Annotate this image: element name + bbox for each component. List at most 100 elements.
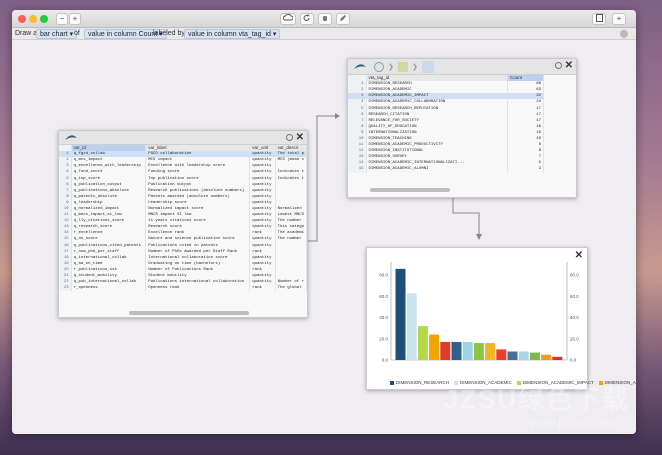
y-tick-label-right: 20.0	[570, 336, 579, 341]
table-cell: The global	[275, 285, 307, 292]
close-node-icon[interactable]: ✕	[575, 250, 583, 261]
bar[interactable]	[529, 352, 540, 360]
table-cell: Research publications (absolute numbers)	[145, 187, 251, 194]
table-cell: r_openness	[71, 285, 147, 292]
table-cell: quantity	[249, 236, 276, 243]
table-cell: Indicates t	[275, 175, 307, 182]
bar[interactable]	[507, 351, 518, 360]
node-header: ✕	[59, 131, 307, 145]
bar-chart: 0.0 0.0 20.0 20.0 40.0 40.0 60.0 60.0 80.0 80.0	[379, 262, 579, 363]
title-bar: − + +	[12, 10, 636, 28]
table-cell: Indicates t	[275, 169, 307, 176]
table-cell: MCS (mean c	[275, 157, 307, 164]
horizontal-scrollbar[interactable]	[370, 188, 450, 192]
query-draw-label: Draw a	[15, 30, 38, 37]
table-row[interactable]: 5 q_top_score Top publication score quantit…	[59, 175, 307, 182]
bar[interactable]	[518, 351, 529, 360]
close-node-icon[interactable]: ✕	[565, 60, 573, 71]
filter-icon[interactable]	[398, 62, 408, 72]
table-row[interactable]: 19 q_ba_on_time Graduating on time (bachel…	[59, 260, 307, 267]
arrow-right-icon: ❯	[388, 64, 394, 71]
y-tick-label-right: 80.0	[570, 273, 579, 278]
join-icon[interactable]	[374, 62, 384, 72]
bar[interactable]	[541, 354, 552, 360]
table-row[interactable]: 16 q_publications_cited_patents Publicatio…	[59, 242, 307, 249]
refresh-button[interactable]	[280, 13, 296, 25]
group-by-icon[interactable]	[422, 61, 434, 73]
y-tick-label-right: 60.0	[570, 294, 579, 299]
bar[interactable]	[429, 334, 440, 360]
table-row[interactable]: 15 DIMENSION_ACADEMIC_ALUMNI 3	[348, 166, 544, 173]
node-menu-icon[interactable]	[555, 62, 562, 69]
y-tick-label: 80.0	[379, 273, 388, 278]
hand-icon	[323, 16, 327, 21]
y-tick-label-right: 0.0	[570, 358, 577, 363]
bar[interactable]	[451, 341, 462, 360]
table-row[interactable]: 6 q_publication_output Publication output q…	[59, 181, 307, 188]
settings-gear-icon[interactable]	[620, 30, 628, 38]
table-row[interactable]: 8 q_patents_absolute Patents awarded (abso…	[59, 193, 307, 200]
bar[interactable]	[552, 356, 563, 360]
node-menu-icon[interactable]	[286, 134, 293, 141]
hand-tool-button[interactable]	[318, 13, 332, 25]
bar[interactable]	[440, 341, 451, 360]
table-row[interactable]: 18 q_international_collab International co…	[59, 254, 307, 261]
y-tick-label: 20.0	[379, 336, 388, 341]
variables-table: var_id var_label var_unit var_descri 1 q_…	[59, 145, 307, 292]
table-row[interactable]: 15 q_ns_score Nature and science publicati…	[59, 236, 307, 243]
table-cell: quantity	[249, 242, 276, 249]
table-cell: quantity	[249, 260, 276, 267]
query-labeled-by-label: labeled by	[153, 30, 185, 37]
bar[interactable]	[496, 349, 507, 360]
document-icon	[595, 14, 603, 22]
export-button[interactable]	[592, 13, 606, 25]
bar[interactable]	[395, 268, 406, 360]
y-tick-label: 0.0	[382, 358, 389, 363]
bar-chart-node[interactable]: ✕ 0.0 0.0 20.0 20.0 40.0 40.0 60.0 60.0 80.0 80.0…	[366, 247, 636, 390]
node-header: ❯ ❯ ✕	[348, 59, 576, 75]
minimize-window-button[interactable]	[29, 15, 37, 23]
cloud-refresh-icon	[282, 13, 294, 21]
add-button[interactable]: +	[612, 13, 626, 25]
table-cell: DIMENSION_ACADEMIC_ALUMNI	[366, 166, 508, 173]
zoom-in-icon: +	[72, 14, 78, 23]
table-cell: quantity	[249, 169, 276, 176]
add-icon: +	[616, 14, 622, 23]
bar[interactable]	[406, 293, 417, 360]
close-window-button[interactable]	[18, 15, 26, 23]
table-cell: Nature and science publication score	[145, 236, 251, 243]
query-of-label: of	[74, 30, 80, 37]
y-tick-label: 60.0	[379, 294, 388, 299]
bar[interactable]	[473, 343, 484, 360]
horizontal-scrollbar[interactable]	[129, 311, 249, 315]
watermark-url: www.jz5u.com	[524, 414, 614, 430]
zoom-window-button[interactable]	[40, 15, 48, 23]
table-row[interactable]: 7 q_publications_absolute Research publica…	[59, 187, 307, 194]
table-cell: q_publications_cited_patents	[71, 242, 147, 249]
close-node-icon[interactable]: ✕	[296, 132, 304, 143]
bar[interactable]	[485, 343, 496, 360]
redo-button[interactable]	[300, 13, 314, 25]
bar[interactable]	[462, 341, 473, 360]
y-tick-label-right: 40.0	[570, 315, 579, 320]
variables-table-node[interactable]: ✕ var_id var_label var_unit var_descri 1…	[58, 130, 308, 318]
bar[interactable]	[417, 326, 428, 360]
zoom-out-button[interactable]: −	[56, 13, 68, 25]
legend-label: DIMENSION_RESEARCH	[396, 380, 450, 385]
canvas[interactable]: ✕ var_id var_label var_unit var_descri 1…	[12, 41, 636, 434]
row-number: 23	[59, 285, 72, 292]
label-column-select[interactable]: value in column vta_tag_id ▾	[184, 29, 281, 39]
grouped-table: vta_tag_id Count 1 DIMENSION_RESEARCH 86 2 D…	[348, 75, 544, 173]
table-row[interactable]: 23 r_openness Openness rank rank The global	[59, 285, 307, 292]
zoom-in-button[interactable]: +	[69, 13, 81, 25]
table-cell: quantity	[249, 193, 276, 200]
pen-tool-button[interactable]	[336, 13, 350, 25]
table-cell: quantity	[249, 254, 276, 261]
table-cell: rank	[249, 285, 276, 292]
table-cell: quantity	[249, 187, 276, 194]
table-cell: 3	[507, 166, 544, 173]
chart-type-select[interactable]: bar chart ▾	[36, 29, 78, 39]
grouped-table-node[interactable]: ❯ ❯ ✕ vta_tag_id Count 1 DIMENSION_RESEAR…	[347, 58, 577, 198]
redo-icon	[303, 14, 310, 21]
app-window: − + + Draw a bar chart ▾ of value in col…	[12, 10, 636, 434]
